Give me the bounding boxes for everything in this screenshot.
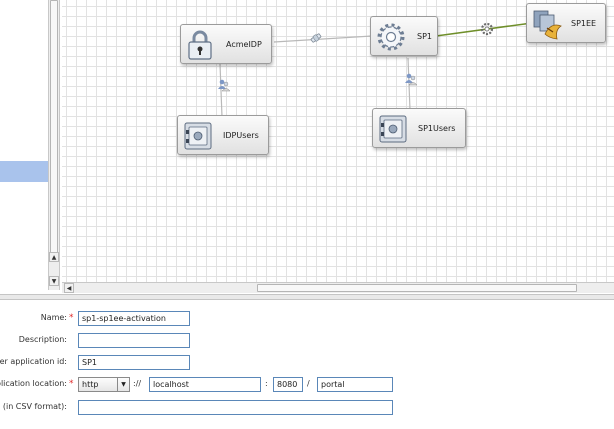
node-label: SP1Users xyxy=(418,124,456,133)
left-vertical-scrollbar[interactable]: ▲ ▼ xyxy=(48,0,60,290)
description-label: Description: xyxy=(18,335,67,344)
port-separator: : xyxy=(265,379,268,388)
node-idpusers[interactable]: IDPUsers xyxy=(177,115,269,155)
node-label: SP1EE xyxy=(571,19,597,28)
node-sp1users[interactable]: SP1Users xyxy=(372,108,466,148)
canvas-horizontal-scrollbar[interactable]: ◀ xyxy=(62,282,614,293)
properties-form: Name: * Description: er application id: … xyxy=(0,301,614,429)
node-acmeidp[interactable]: AcmeIDP xyxy=(180,24,272,64)
app-server-icon xyxy=(533,10,562,40)
lock-icon xyxy=(188,30,212,60)
scroll-down-arrow-icon[interactable]: ▼ xyxy=(49,276,59,286)
edge-acmeidp-sp1[interactable] xyxy=(273,35,373,43)
protocol-separator: :// xyxy=(133,379,142,388)
activation-gear-icon[interactable] xyxy=(479,21,495,37)
selected-tree-item[interactable] xyxy=(0,161,48,182)
csv-label: (in CSV format): xyxy=(2,402,67,411)
host-field[interactable] xyxy=(149,377,261,392)
scroll-up-arrow-icon[interactable]: ▲ xyxy=(49,252,59,262)
name-label: Name: xyxy=(40,313,67,322)
user-store-icon xyxy=(379,115,407,143)
path-separator: / xyxy=(307,379,310,388)
path-field[interactable] xyxy=(317,377,393,392)
left-scrollbar-thumb[interactable] xyxy=(50,0,58,255)
gear-icon xyxy=(377,23,405,51)
diagram-canvas[interactable]: AcmeIDP SP1 SP1EE IDPUsers SP1Users xyxy=(62,0,614,282)
port-field[interactable] xyxy=(273,377,303,392)
federation-link-icon[interactable] xyxy=(309,31,323,45)
csv-field[interactable] xyxy=(78,400,393,415)
node-sp1ee[interactable]: SP1EE xyxy=(526,3,606,43)
partner-application-id-field[interactable] xyxy=(78,355,190,370)
protocol-value: http xyxy=(82,380,99,389)
horizontal-scrollbar-thumb[interactable] xyxy=(257,284,577,292)
users-link-icon[interactable] xyxy=(217,78,231,92)
protocol-select[interactable]: http ▼ xyxy=(78,377,130,392)
split-pane-divider[interactable] xyxy=(0,294,614,300)
node-label: SP1 xyxy=(417,32,432,41)
application-location-label: plication location: xyxy=(0,379,67,388)
node-label: AcmeIDP xyxy=(226,40,262,49)
node-sp1[interactable]: SP1 xyxy=(370,16,438,56)
users-link-icon[interactable] xyxy=(404,72,418,86)
left-tree-panel xyxy=(0,0,52,285)
name-field[interactable] xyxy=(78,311,190,326)
partner-application-id-label: er application id: xyxy=(0,357,67,366)
description-field[interactable] xyxy=(78,333,190,348)
required-marker: * xyxy=(69,379,74,389)
required-marker: * xyxy=(69,313,74,323)
chevron-down-icon[interactable]: ▼ xyxy=(117,378,129,391)
scroll-left-arrow-icon[interactable]: ◀ xyxy=(64,283,74,293)
node-label: IDPUsers xyxy=(223,131,259,140)
user-store-icon xyxy=(184,122,212,150)
